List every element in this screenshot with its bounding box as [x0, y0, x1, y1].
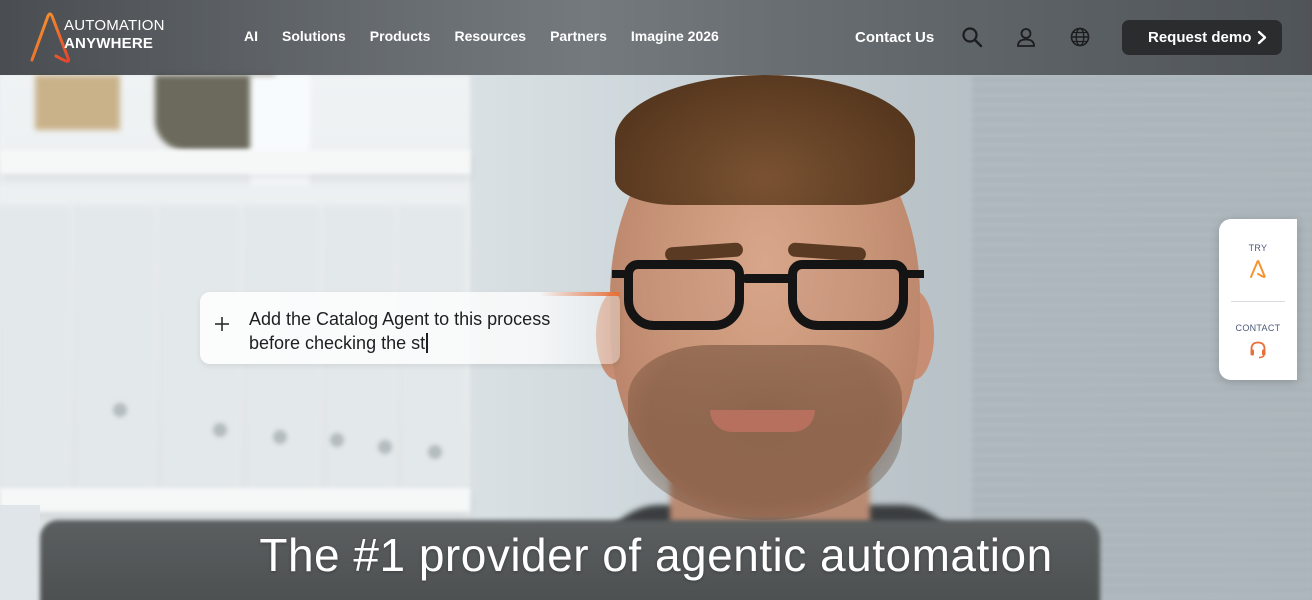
chevron-right-icon: [1257, 30, 1267, 45]
background-binder: [75, 205, 156, 505]
logo-line-2: ANYWHERE: [64, 35, 154, 52]
nav-item-partners[interactable]: Partners: [550, 28, 607, 44]
automation-anywhere-icon: [1250, 260, 1266, 278]
side-widget: TRY CONTACT: [1219, 219, 1297, 380]
background-frame: [35, 75, 120, 130]
site-header: AUTOMATION ANYWHERE AI Solutions Product…: [0, 0, 1312, 75]
binder-ring: [213, 423, 227, 437]
prompt-text: Add the Catalog Agent to this process be…: [249, 309, 551, 353]
person-beard: [628, 345, 902, 520]
binder-ring: [378, 440, 392, 454]
nav-item-ai[interactable]: AI: [244, 28, 258, 44]
main-nav: AI Solutions Products Resources Partners…: [244, 28, 743, 44]
nav-item-resources[interactable]: Resources: [454, 28, 526, 44]
headset-icon: [1250, 341, 1266, 359]
binder-ring: [113, 403, 127, 417]
background-binder: [0, 205, 71, 505]
contact-label: CONTACT: [1235, 323, 1281, 333]
person-hair: [615, 75, 915, 205]
nav-item-products[interactable]: Products: [370, 28, 431, 44]
nav-item-imagine-2026[interactable]: Imagine 2026: [631, 28, 719, 44]
background-shelf: [0, 150, 470, 174]
prompt-accent-edge: [540, 292, 620, 296]
request-demo-label: Request demo: [1148, 29, 1252, 46]
text-caret: [426, 333, 428, 353]
search-icon[interactable]: [961, 26, 983, 48]
binder-ring: [330, 433, 344, 447]
user-icon[interactable]: [1015, 26, 1037, 48]
logo-wordmark: AUTOMATION ANYWHERE: [64, 17, 204, 53]
person-glasses: [612, 260, 924, 340]
plus-icon[interactable]: [214, 316, 230, 332]
nav-item-solutions[interactable]: Solutions: [282, 28, 346, 44]
binder-ring: [428, 445, 442, 459]
person-mouth: [710, 410, 815, 432]
contact-button[interactable]: CONTACT: [1219, 323, 1297, 359]
try-label: TRY: [1248, 243, 1268, 253]
widget-divider: [1231, 301, 1285, 302]
hero-section: [0, 0, 1312, 600]
logo[interactable]: AUTOMATION ANYWHERE: [28, 12, 164, 64]
logo-line-1: AUTOMATION: [64, 17, 165, 34]
binder-ring: [273, 430, 287, 444]
hero-headline: The #1 provider of agentic automation: [259, 529, 1053, 581]
contact-us-link[interactable]: Contact Us: [855, 29, 934, 46]
try-button[interactable]: TRY: [1219, 243, 1297, 279]
background-shelf: [0, 488, 470, 512]
request-demo-button[interactable]: Request demo: [1122, 20, 1282, 55]
prompt-input[interactable]: Add the Catalog Agent to this process be…: [249, 307, 599, 355]
globe-icon[interactable]: [1069, 26, 1091, 48]
agent-prompt-box[interactable]: Add the Catalog Agent to this process be…: [200, 292, 620, 364]
